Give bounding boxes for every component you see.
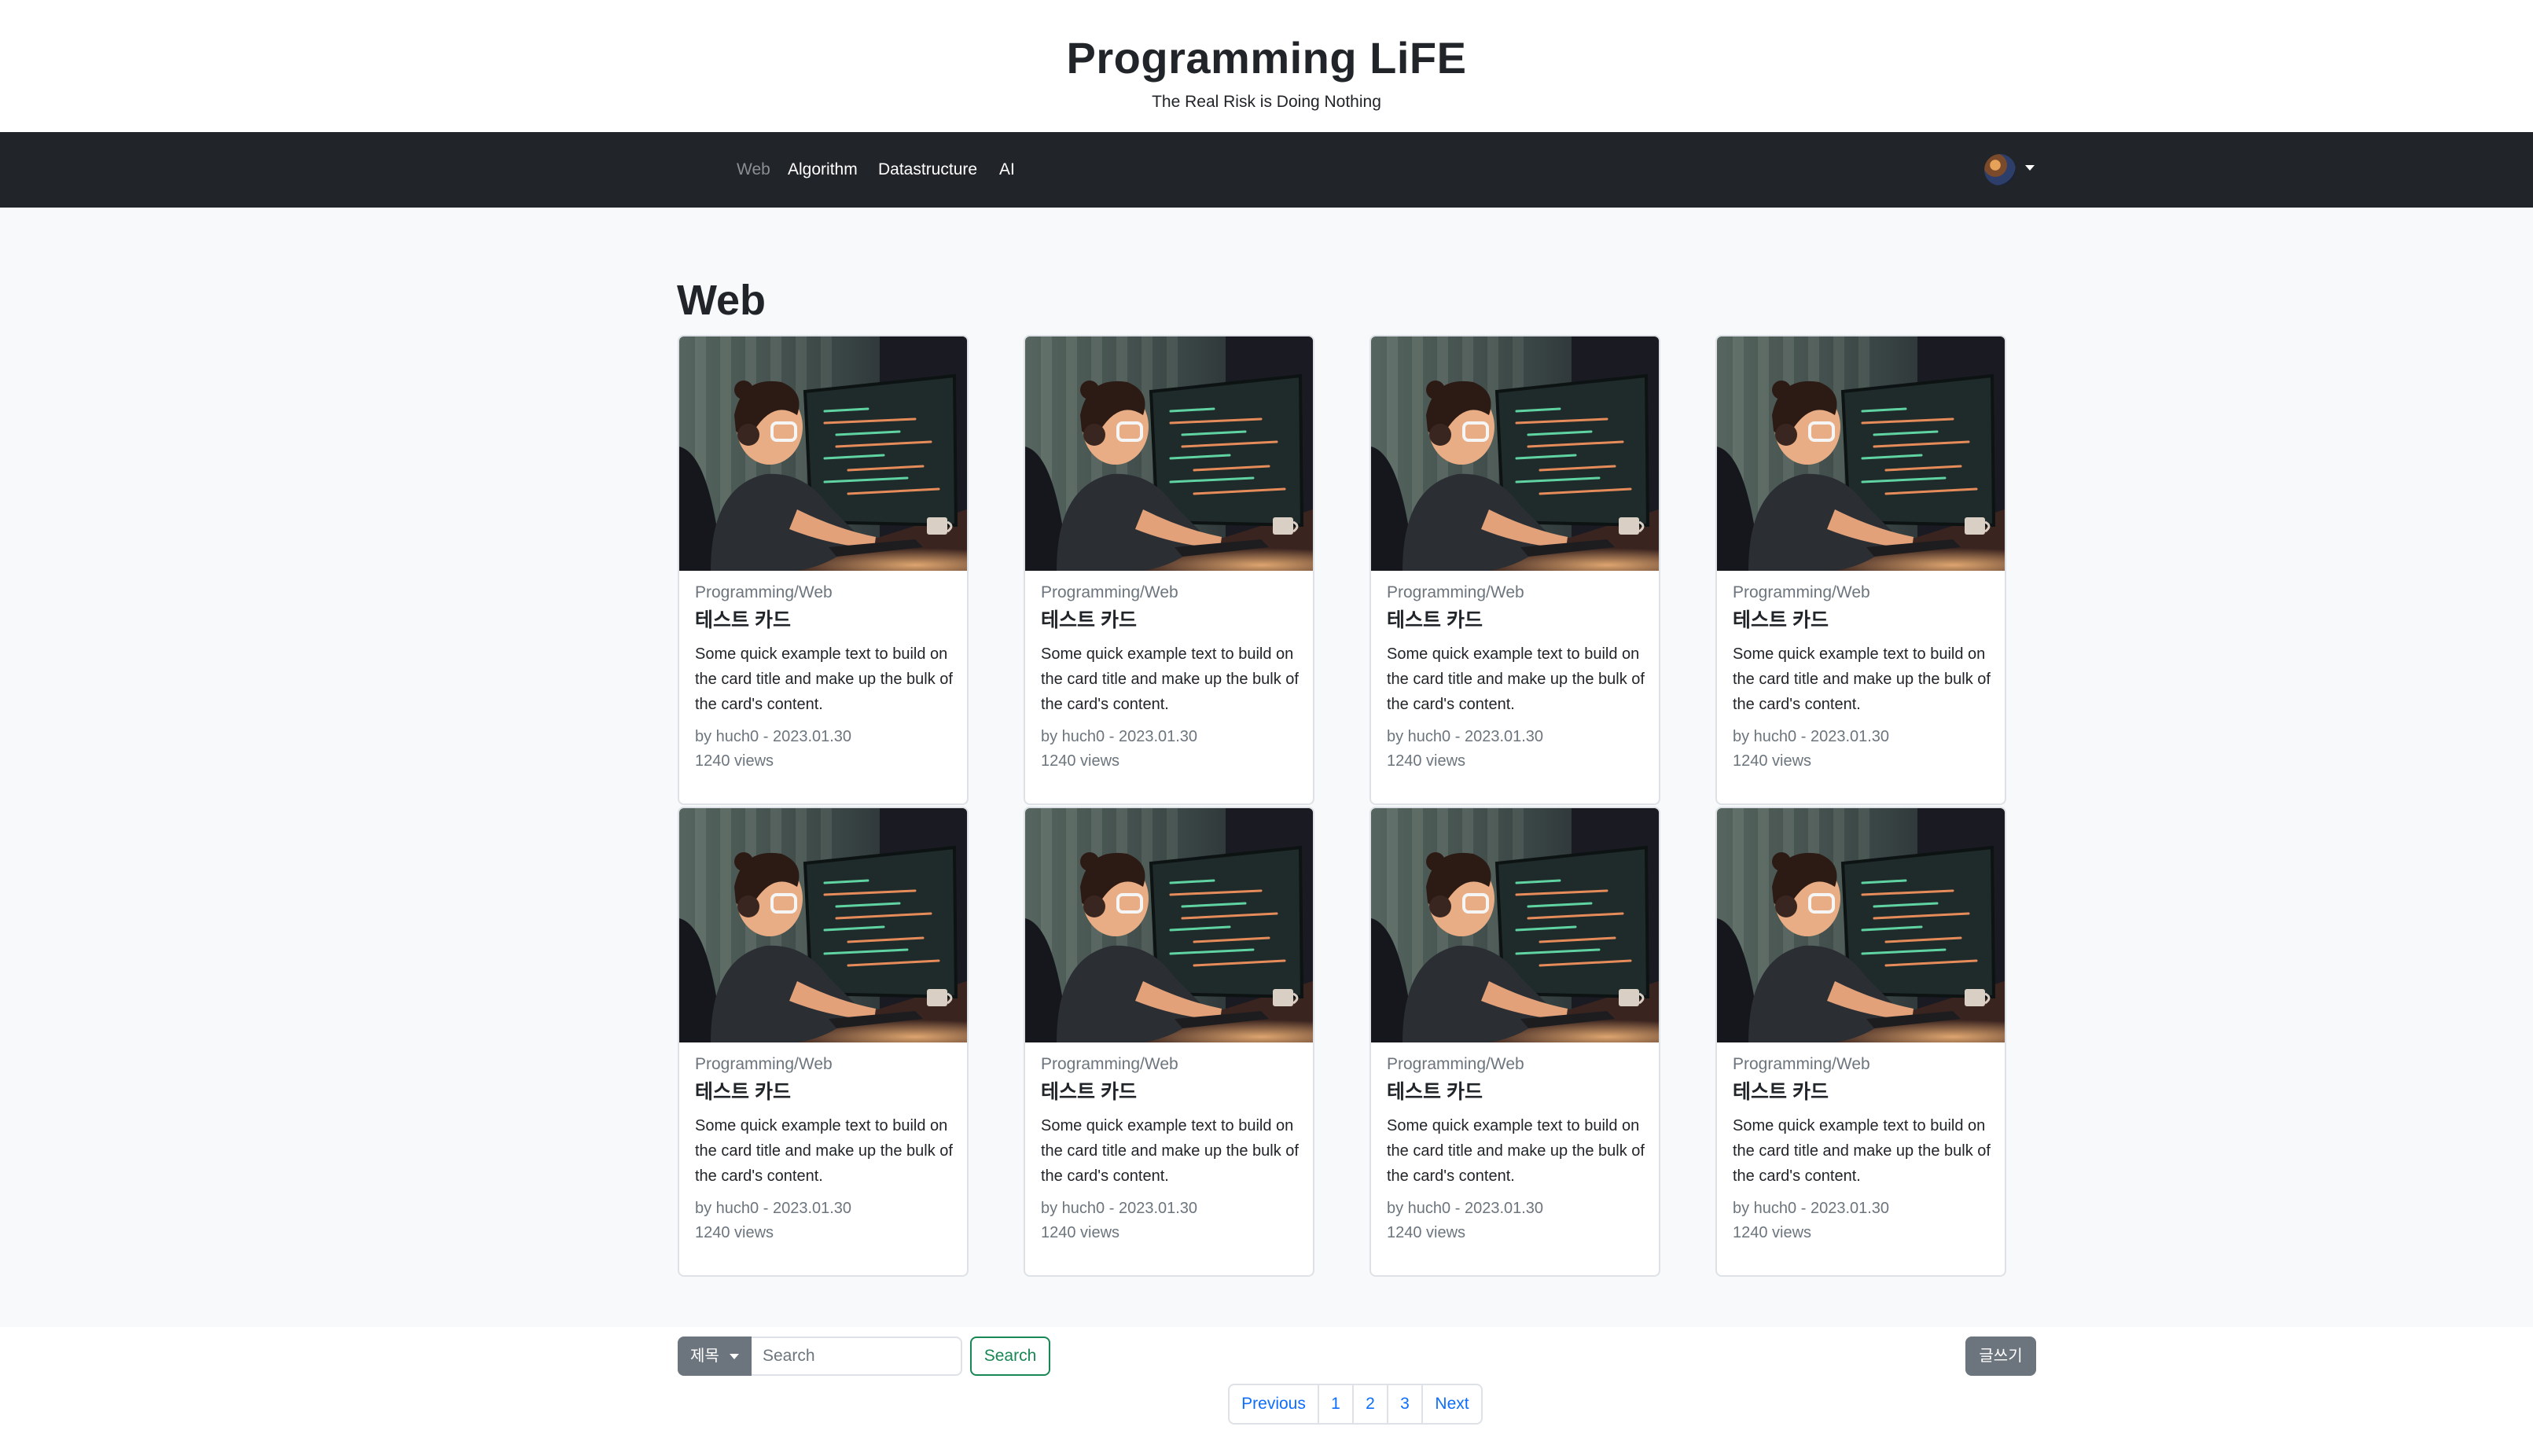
card-author-date: by huch0 - 2023.01.30 bbox=[695, 1200, 852, 1217]
card-body: Programming/Web 테스트 카드 Some quick example … bbox=[1733, 582, 1992, 774]
card-body: Programming/Web 테스트 카드 Some quick example … bbox=[1387, 582, 1646, 774]
post-card[interactable]: Programming/Web 테스트 카드 Some quick example … bbox=[1715, 807, 2006, 1277]
card-author-date: by huch0 - 2023.01.30 bbox=[1733, 1200, 1890, 1217]
pagination-page-2[interactable]: 2 bbox=[1352, 1384, 1388, 1425]
card-text: Some quick example text to build on the … bbox=[1387, 1117, 1645, 1185]
card-title[interactable]: 테스트 카드 bbox=[1733, 607, 1992, 634]
card-views: 1240 views bbox=[1041, 1224, 1120, 1241]
card-views: 1240 views bbox=[1733, 1224, 1812, 1241]
pagination-page-1[interactable]: 1 bbox=[1318, 1384, 1354, 1425]
pagination-next[interactable]: Next bbox=[1421, 1384, 1483, 1425]
card-thumbnail-image[interactable] bbox=[679, 808, 967, 1042]
card-category: Programming/Web bbox=[1733, 583, 1870, 601]
card-thumbnail-image[interactable] bbox=[1717, 336, 2005, 571]
card-text: Some quick example text to build on the … bbox=[1387, 645, 1645, 713]
search-filter-dropdown[interactable]: 제목 bbox=[678, 1337, 752, 1376]
card-body: Programming/Web 테스트 카드 Some quick example … bbox=[695, 582, 954, 774]
card-body: Programming/Web 테스트 카드 Some quick example … bbox=[1041, 582, 1300, 774]
nav-item-web[interactable]: Web bbox=[737, 158, 770, 182]
pagination: Previous 1 2 3 Next bbox=[1228, 1384, 1483, 1425]
card-thumbnail-image[interactable] bbox=[1025, 808, 1313, 1042]
post-card[interactable]: Programming/Web 테스트 카드 Some quick example … bbox=[678, 335, 969, 805]
card-views: 1240 views bbox=[1041, 752, 1120, 770]
card-category: Programming/Web bbox=[1733, 1055, 1870, 1073]
card-title[interactable]: 테스트 카드 bbox=[1041, 607, 1300, 634]
card-views: 1240 views bbox=[1387, 1224, 1466, 1241]
card-text: Some quick example text to build on the … bbox=[695, 1117, 953, 1185]
pagination-page-3[interactable]: 3 bbox=[1387, 1384, 1423, 1425]
card-thumbnail-image[interactable] bbox=[1717, 808, 2005, 1042]
card-thumbnail-image[interactable] bbox=[1371, 336, 1659, 571]
card-meta: by huch0 - 2023.01.30 1240 views bbox=[1041, 1197, 1300, 1245]
nav-item-ai[interactable]: AI bbox=[999, 158, 1015, 182]
card-author-date: by huch0 - 2023.01.30 bbox=[1387, 728, 1544, 745]
card-views: 1240 views bbox=[1387, 752, 1466, 770]
top-navbar: Web Algorithm Datastructure AI bbox=[0, 132, 2533, 208]
card-views: 1240 views bbox=[695, 1224, 774, 1241]
card-body: Programming/Web 테스트 카드 Some quick example … bbox=[1041, 1053, 1300, 1245]
card-category: Programming/Web bbox=[695, 1055, 833, 1073]
card-thumbnail-image[interactable] bbox=[679, 336, 967, 571]
card-text: Some quick example text to build on the … bbox=[1041, 645, 1299, 713]
post-card[interactable]: Programming/Web 테스트 카드 Some quick example … bbox=[1024, 335, 1314, 805]
card-meta: by huch0 - 2023.01.30 1240 views bbox=[1733, 1197, 1992, 1245]
card-meta: by huch0 - 2023.01.30 1240 views bbox=[1387, 725, 1646, 774]
caret-down-icon bbox=[730, 1354, 739, 1359]
card-title[interactable]: 테스트 카드 bbox=[1387, 607, 1646, 634]
card-meta: by huch0 - 2023.01.30 1240 views bbox=[1387, 1197, 1646, 1245]
card-body: Programming/Web 테스트 카드 Some quick example … bbox=[1733, 1053, 1992, 1245]
card-title[interactable]: 테스트 카드 bbox=[695, 1079, 954, 1105]
user-avatar-icon[interactable] bbox=[1984, 154, 2016, 186]
card-title[interactable]: 테스트 카드 bbox=[695, 607, 954, 634]
card-category: Programming/Web bbox=[1387, 1055, 1524, 1073]
card-title[interactable]: 테스트 카드 bbox=[1387, 1079, 1646, 1105]
caret-down-icon[interactable] bbox=[2025, 165, 2035, 171]
card-author-date: by huch0 - 2023.01.30 bbox=[1387, 1200, 1544, 1217]
site-tagline: The Real Risk is Doing Nothing bbox=[1152, 93, 1381, 111]
post-card[interactable]: Programming/Web 테스트 카드 Some quick example … bbox=[678, 807, 969, 1277]
card-meta: by huch0 - 2023.01.30 1240 views bbox=[1733, 725, 1992, 774]
card-meta: by huch0 - 2023.01.30 1240 views bbox=[695, 725, 954, 774]
post-card[interactable]: Programming/Web 테스트 카드 Some quick example … bbox=[1369, 807, 1660, 1277]
card-author-date: by huch0 - 2023.01.30 bbox=[1733, 728, 1890, 745]
card-text: Some quick example text to build on the … bbox=[1041, 1117, 1299, 1185]
card-text: Some quick example text to build on the … bbox=[695, 645, 953, 713]
card-author-date: by huch0 - 2023.01.30 bbox=[695, 728, 852, 745]
card-author-date: by huch0 - 2023.01.30 bbox=[1041, 728, 1198, 745]
search-button[interactable]: Search bbox=[970, 1337, 1050, 1376]
card-thumbnail-image[interactable] bbox=[1025, 336, 1313, 571]
card-category: Programming/Web bbox=[1387, 583, 1524, 601]
post-card[interactable]: Programming/Web 테스트 카드 Some quick example … bbox=[1369, 335, 1660, 805]
card-meta: by huch0 - 2023.01.30 1240 views bbox=[695, 1197, 954, 1245]
card-thumbnail-image[interactable] bbox=[1371, 808, 1659, 1042]
card-text: Some quick example text to build on the … bbox=[1733, 645, 1991, 713]
site-header: Programming LiFE The Real Risk is Doing … bbox=[0, 0, 2533, 132]
site-title[interactable]: Programming LiFE bbox=[0, 30, 2533, 86]
post-card[interactable]: Programming/Web 테스트 카드 Some quick example … bbox=[1024, 807, 1314, 1277]
card-views: 1240 views bbox=[695, 752, 774, 770]
pagination-previous[interactable]: Previous bbox=[1228, 1384, 1319, 1425]
post-card[interactable]: Programming/Web 테스트 카드 Some quick example … bbox=[1715, 335, 2006, 805]
card-views: 1240 views bbox=[1733, 752, 1812, 770]
card-author-date: by huch0 - 2023.01.30 bbox=[1041, 1200, 1198, 1217]
nav-item-algorithm[interactable]: Algorithm bbox=[788, 158, 858, 182]
card-title[interactable]: 테스트 카드 bbox=[1733, 1079, 1992, 1105]
card-category: Programming/Web bbox=[1041, 583, 1178, 601]
search-input[interactable] bbox=[752, 1337, 962, 1376]
search-filter-label: 제목 bbox=[690, 1348, 719, 1365]
card-meta: by huch0 - 2023.01.30 1240 views bbox=[1041, 725, 1300, 774]
card-title[interactable]: 테스트 카드 bbox=[1041, 1079, 1300, 1105]
card-category: Programming/Web bbox=[695, 583, 833, 601]
page-heading: Web bbox=[677, 277, 767, 324]
write-post-button[interactable]: 글쓰기 bbox=[1965, 1337, 2036, 1376]
card-category: Programming/Web bbox=[1041, 1055, 1178, 1073]
card-body: Programming/Web 테스트 카드 Some quick example … bbox=[695, 1053, 954, 1245]
card-text: Some quick example text to build on the … bbox=[1733, 1117, 1991, 1185]
nav-item-datastructure[interactable]: Datastructure bbox=[878, 158, 977, 182]
card-body: Programming/Web 테스트 카드 Some quick example … bbox=[1387, 1053, 1646, 1245]
